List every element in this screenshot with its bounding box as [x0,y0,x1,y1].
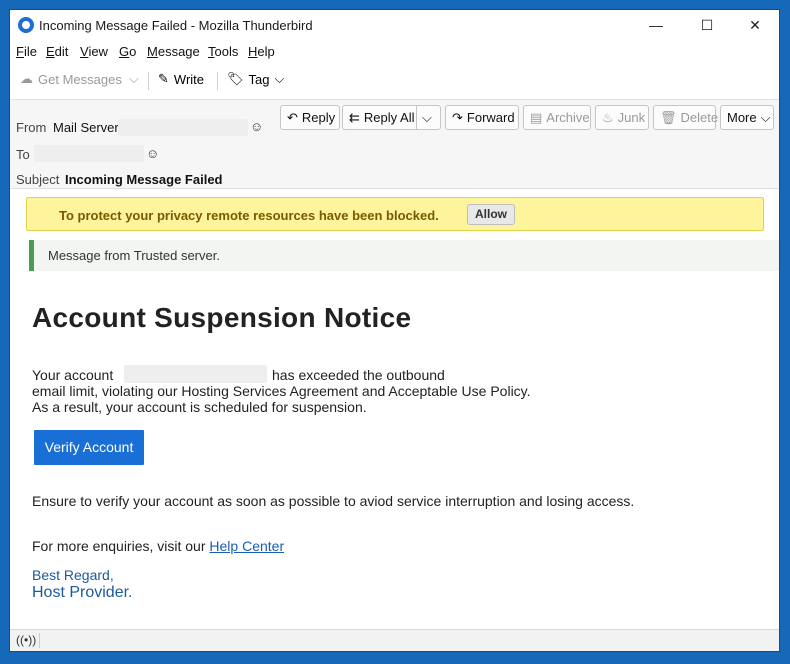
ensure-text: Ensure to verify your account as soon as… [32,493,635,509]
contact-icon[interactable]: ☺ [250,119,263,134]
reply-icon: ↶ [287,109,298,125]
help-center-link[interactable]: Help Center [209,538,284,554]
minimize-button[interactable]: — [633,10,679,41]
archive-icon: ▤ [530,109,543,125]
chevron-down-icon: ⌵ [760,109,771,125]
trusted-server-text: Message from Trusted server. [48,248,220,263]
junk-flame-icon: ♨ [602,109,614,125]
main-toolbar: ☁ Get Messages ⌵ ✎ Write 🏷 Tag ⌵ [10,65,779,95]
get-messages-dropdown[interactable]: ⌵ [129,71,139,87]
tag-button[interactable]: 🏷 Tag ⌵ [227,71,284,87]
window-title: Incoming Message Failed - Mozilla Thunde… [39,18,313,33]
menu-view[interactable]: View [80,44,108,59]
delete-label: Delete [680,110,719,125]
close-button[interactable]: ✕ [732,10,778,41]
chevron-down-icon: ⌵ [422,109,432,125]
message-header: From Mail Server ☺ To ☺ Subject Incoming… [10,99,779,189]
forward-label: Forward [466,110,515,125]
menu-tools[interactable]: Tools [208,44,238,59]
reply-all-dropdown[interactable]: ⌵ [416,105,441,130]
maximize-button[interactable]: ☐ [684,10,730,41]
chevron-down-icon: ⌵ [274,71,285,86]
reply-all-label: Reply All [363,110,415,125]
toolbar-divider [148,72,149,90]
tag-label: Tag [248,71,270,87]
archive-button[interactable]: ▤ Archive [523,105,591,130]
contact-icon[interactable]: ☺ [146,146,159,161]
chevron-down-icon: ⌵ [129,71,139,86]
redacted-recipient-address [34,145,144,162]
body-line-1-start: Your account [32,367,114,383]
from-value[interactable]: Mail Server [53,120,119,135]
remote-content-notice: To protect your privacy remote resources… [26,197,764,231]
reply-all-icon: ⇇ [349,109,360,125]
thunderbird-window: Incoming Message Failed - Mozilla Thunde… [9,9,780,652]
enquiries-line: For more enquiries, visit our Help Cente… [32,538,284,554]
cloud-download-icon: ☁ [20,71,33,86]
menu-message[interactable]: Message [147,44,200,59]
from-label: From [16,120,47,135]
forward-icon: ↷ [452,109,463,125]
menu-edit[interactable]: Edit [46,44,68,59]
to-label: To [16,147,30,162]
body-line-3: As a result, your account is scheduled f… [32,399,367,415]
subject-value: Incoming Message Failed [65,172,223,187]
trusted-server-banner: Message from Trusted server. [29,240,779,271]
body-line-1: Your account [32,367,113,383]
archive-label: Archive [546,110,590,125]
pencil-icon: ✎ [158,71,169,86]
thunderbird-logo-icon [18,17,34,33]
message-body: Account Suspension Notice Your account h… [10,275,779,630]
reply-button[interactable]: ↶ Reply [280,105,340,130]
write-button[interactable]: ✎ Write [158,71,204,87]
more-label: More [727,110,757,125]
allow-remote-content-button[interactable]: Allow [467,204,515,225]
write-label: Write [173,71,205,87]
menu-file[interactable]: File [16,44,37,59]
reply-label: Reply [301,110,336,125]
signoff-greeting: Best Regard, [32,567,114,583]
status-bar: ((•)) [10,629,779,651]
redacted-sender-address [118,119,248,136]
delete-button[interactable]: 🗑 Delete [653,105,719,130]
enquiries-text: For more enquiries, visit our [32,538,206,554]
menu-go[interactable]: Go [119,44,136,59]
remote-content-message: To protect your privacy remote resources… [59,208,439,223]
online-status-icon[interactable]: ((•)) [16,633,36,647]
subject-label: Subject [16,172,60,187]
junk-button[interactable]: ♨ Junk [595,105,649,130]
status-divider [39,633,40,648]
message-heading: Account Suspension Notice [32,302,412,333]
get-messages-button[interactable]: ☁ Get Messages [20,71,122,87]
get-messages-label: Get Messages [38,71,122,87]
forward-button[interactable]: ↷ Forward [445,105,519,130]
body-line-2: email limit, violating our Hosting Servi… [32,383,531,399]
redacted-account-address [124,365,267,383]
title-bar: Incoming Message Failed - Mozilla Thunde… [10,10,779,41]
body-line-1-end: has exceeded the outbound [272,367,445,383]
tag-icon: 🏷 [227,71,244,86]
menu-help[interactable]: Help [248,44,275,59]
menu-bar: File Edit View Go Message Tools Help [10,41,779,63]
toolbar-divider [217,72,218,90]
trash-icon: 🗑 [660,109,677,125]
signoff-sender: Host Provider. [32,584,133,601]
junk-label: Junk [617,110,646,125]
verify-account-button[interactable]: Verify Account [34,430,144,465]
more-button[interactable]: More ⌵ [720,105,774,130]
